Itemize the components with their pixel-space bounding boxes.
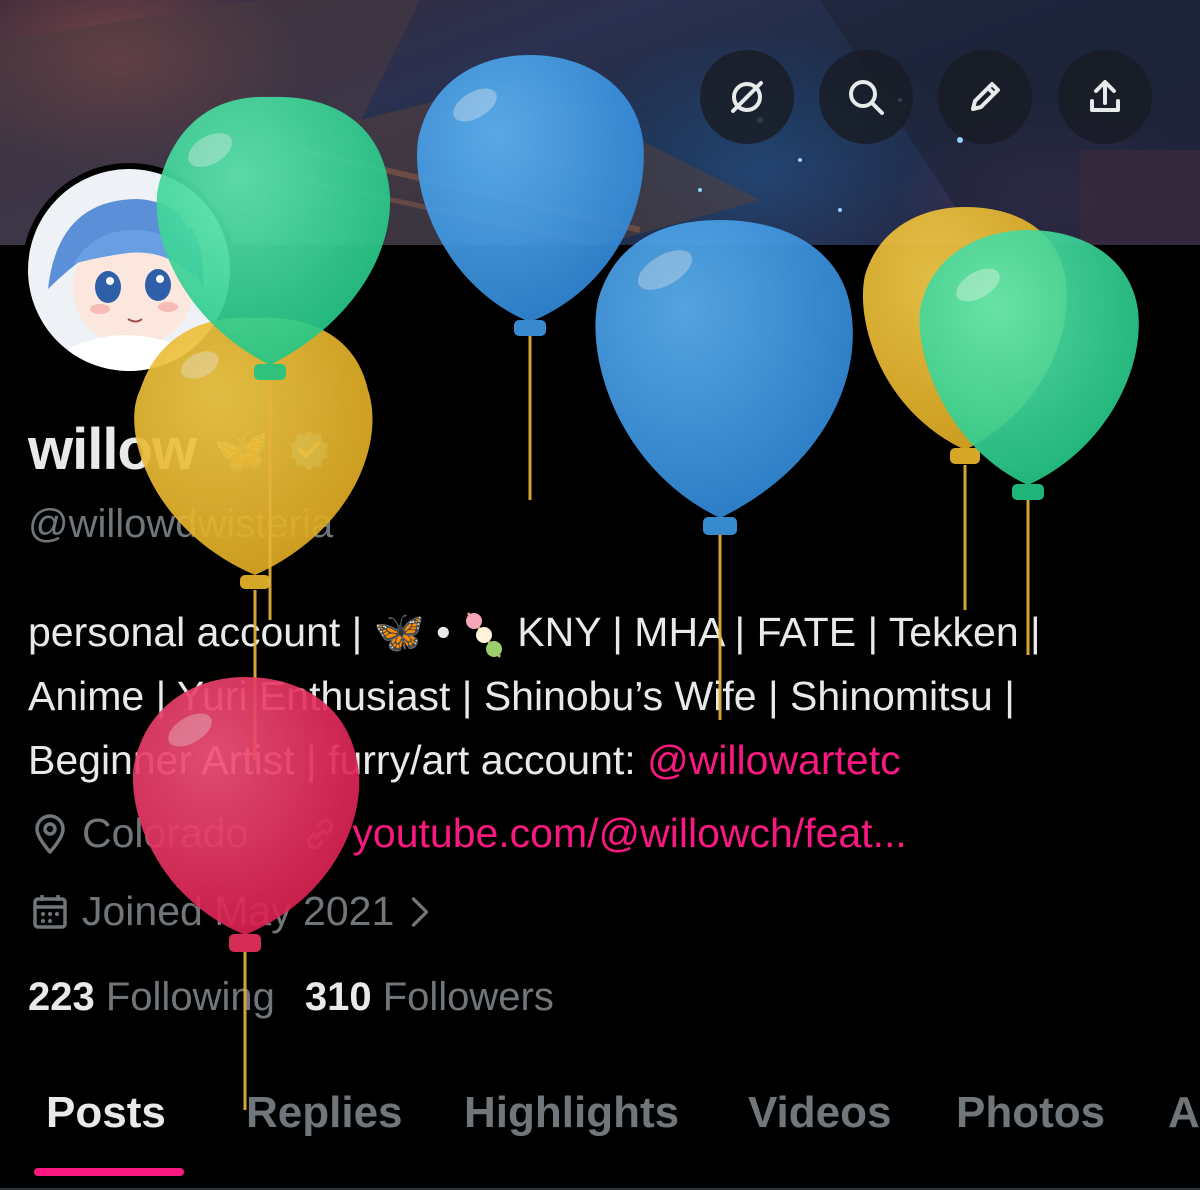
tab-highlights[interactable]: Highlights	[464, 1088, 679, 1138]
tab-photos[interactable]: Photos	[956, 1088, 1105, 1138]
location-pin-icon	[35, 813, 65, 854]
profile-tabs: Posts Replies Highlights Videos Photos A	[0, 1080, 1200, 1190]
search-button[interactable]	[819, 50, 913, 144]
profile-bio: personal account | 🦋 • KNY | MHA | FATE …	[28, 600, 1188, 792]
joined-date: Joined May 2021	[82, 888, 395, 934]
share-upload-icon	[1090, 80, 1120, 112]
bio-text: Beginner Artist | furry/art account:	[28, 737, 648, 783]
bio-line-1: personal account | 🦋 • KNY | MHA | FATE …	[28, 600, 1188, 664]
mention-link[interactable]: @willowartetc	[647, 737, 901, 783]
following-count: 223	[28, 975, 95, 1019]
butterfly-icon: 🦋	[214, 425, 269, 475]
bio-line-3: Beginner Artist | furry/art account: @wi…	[28, 728, 1188, 792]
profile-meta-row: Colorado youtube.com/@willowch/feat...	[28, 810, 907, 857]
following-label: Following	[94, 975, 275, 1019]
tab-replies[interactable]: Replies	[246, 1088, 403, 1138]
avatar[interactable]	[22, 163, 236, 377]
tab-posts[interactable]: Posts	[46, 1088, 166, 1138]
share-button[interactable]	[1058, 50, 1152, 144]
link-icon	[307, 818, 334, 849]
bio-text: personal account |	[28, 609, 374, 655]
following-stat[interactable]: 223 Following	[28, 975, 275, 1019]
followers-stat[interactable]: 310 Followers	[305, 975, 554, 1019]
grok-icon	[731, 81, 763, 113]
bio-text: KNY | MHA | FATE | Tekken |	[505, 609, 1041, 655]
display-name: willow 🦋	[28, 416, 332, 483]
website-link[interactable]: youtube.com/@willowch/feat...	[352, 810, 906, 857]
search-icon	[849, 80, 884, 115]
tab-videos[interactable]: Videos	[748, 1088, 891, 1138]
profile-handle: @willowdwisteria	[28, 502, 334, 546]
chevron-right-icon	[412, 896, 429, 927]
balloon-green	[919, 230, 1139, 655]
verified-badge-icon[interactable]	[286, 427, 332, 473]
active-tab-indicator	[34, 1168, 184, 1176]
tab-more[interactable]: A	[1168, 1088, 1200, 1138]
avatar-image	[28, 169, 230, 371]
grok-button[interactable]	[700, 50, 794, 144]
location-text: Colorado	[82, 810, 249, 856]
joined-row[interactable]: Joined May 2021	[28, 888, 448, 935]
edit-profile-button[interactable]	[938, 50, 1032, 144]
followers-count: 310	[304, 975, 372, 1019]
bio-separator: •	[424, 609, 462, 655]
calendar-icon	[33, 894, 67, 929]
display-name-text: willow	[28, 417, 197, 482]
followers-label: Followers	[371, 975, 554, 1019]
balloon-yellow	[862, 207, 1067, 610]
dango-icon	[465, 612, 502, 659]
bio-line-2: Anime | Yuri Enthusiast | Shinobu’s Wife…	[28, 673, 1015, 719]
butterfly-icon: 🦋	[373, 609, 425, 655]
edit-pencil-icon	[971, 82, 1000, 111]
follow-stats: 223 Following 310 Followers	[28, 975, 554, 1020]
